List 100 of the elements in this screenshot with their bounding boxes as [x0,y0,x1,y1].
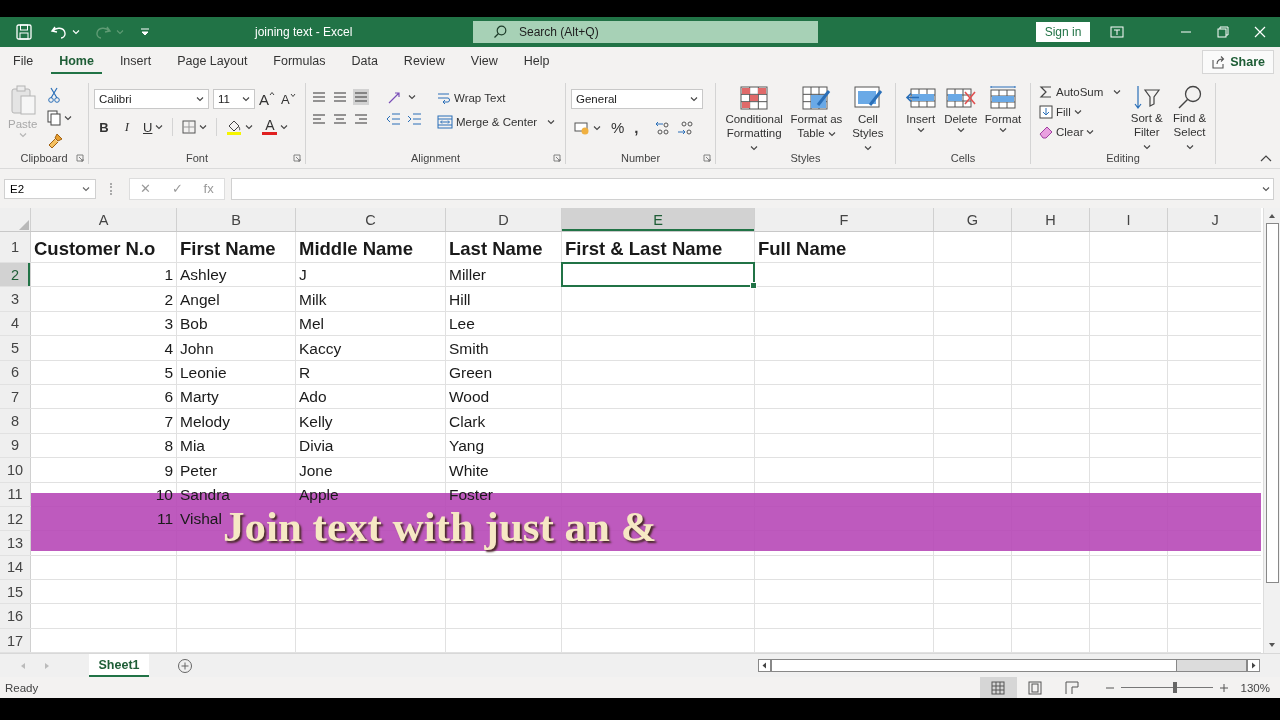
editing-button[interactable]: Sort & Filter [1126,83,1168,154]
bold-button[interactable]: B [94,117,114,137]
row-header[interactable]: 11 [0,482,30,506]
save-icon[interactable] [14,22,34,42]
column-header[interactable]: F [755,208,933,231]
column-header[interactable]: H [1012,208,1089,231]
row-header[interactable]: 1 [0,232,30,262]
column-header[interactable]: I [1090,208,1167,231]
merge-center-button[interactable]: Merge & Center [434,113,559,131]
column-header[interactable]: D [446,208,561,231]
zoom-in-icon[interactable] [1218,682,1229,693]
row-header[interactable]: 16 [0,604,30,628]
column-header[interactable]: J [1168,208,1261,231]
sheet-tab[interactable]: Sheet1 [89,654,149,677]
comma-button[interactable]: , [631,117,642,138]
copy-icon [47,110,62,126]
cells-button[interactable]: Insert [901,84,940,134]
vertical-scrollbar[interactable] [1263,208,1280,653]
editing-button[interactable]: Find & Select [1169,83,1210,154]
row-header[interactable]: 5 [0,336,30,360]
table-cell: Vishal [180,510,222,528]
menu-tab[interactable]: Insert [111,50,160,74]
brush-icon [47,133,64,149]
autosum-button[interactable]: AutoSum [1036,83,1125,101]
table-cell: Smith [449,339,489,357]
sign-in-button[interactable]: Sign in [1036,22,1090,42]
underline-button[interactable]: U [140,117,167,137]
font-name-field[interactable]: Calibri [94,89,209,109]
column-header[interactable]: A [31,208,176,231]
number-format-field[interactable]: General [571,89,703,109]
formula-field[interactable] [231,177,1274,200]
caret-icon [750,145,759,151]
row-header[interactable]: 12 [0,506,30,531]
row-header[interactable]: 14 [0,555,30,580]
percent-button[interactable]: % [608,117,628,138]
font-size-field[interactable]: 11 [213,89,255,109]
menu-tab[interactable]: Home [51,50,102,74]
caret-icon [690,96,698,102]
zoom-slider-thumb[interactable] [1172,682,1177,693]
row-header[interactable]: 4 [0,311,30,336]
menu-tab[interactable]: Data [343,50,386,74]
share-button[interactable]: Share [1202,50,1274,74]
column-header[interactable]: B [177,208,295,231]
column-header[interactable]: G [934,208,1011,231]
menu-tab[interactable]: Page Layout [169,50,256,74]
scroll-left-icon[interactable] [758,659,771,672]
add-sheet-icon[interactable] [177,657,193,674]
horizontal-scrollbar[interactable] [771,659,1247,672]
column-header[interactable]: E [562,208,754,231]
search-field[interactable]: Search (Alt+Q) [473,21,818,43]
table-cell: J [299,266,307,284]
share-icon [1211,55,1226,69]
menu-tab[interactable]: File [5,50,42,74]
fill-button[interactable]: Fill [1036,103,1125,121]
menu-tab[interactable]: Review [395,50,453,74]
italic-button[interactable]: I [117,117,137,137]
table-cell: Kelly [299,412,333,430]
restore-icon[interactable] [1217,26,1229,38]
ribbon-display-icon[interactable] [1110,26,1124,38]
decrease-decimal-icon[interactable] [675,119,694,136]
increase-decimal-icon[interactable] [653,119,672,136]
dialog-launcher-icon[interactable] [553,154,561,162]
row-header[interactable]: 13 [0,531,30,555]
dialog-launcher-icon[interactable] [76,154,84,162]
orientation-icon [387,89,403,105]
clear-button[interactable]: Clear [1036,123,1125,141]
shrink-font-button[interactable]: A [279,91,298,107]
column-header[interactable]: C [296,208,445,231]
menu-tab[interactable]: Formulas [265,50,334,74]
customize-icon[interactable] [140,27,150,37]
grow-font-button[interactable]: A [257,90,277,108]
table-cell: Clark [449,412,486,430]
collapse-ribbon-icon[interactable] [1260,154,1272,162]
zoom-level: 130% [1240,681,1270,694]
menu-tab[interactable]: View [462,50,506,74]
view-button[interactable] [979,677,1017,698]
row-header[interactable]: 17 [0,628,30,653]
font-color-button[interactable]: A [259,117,292,137]
table-cell: Mia [180,437,205,455]
dialog-launcher-icon[interactable] [293,154,301,162]
cells-button[interactable]: Delete [941,84,981,134]
scroll-right-icon[interactable] [1247,659,1260,672]
selected-cell[interactable] [561,262,755,288]
name-box[interactable]: E2 [4,178,96,199]
styles-button[interactable]: Conditional Formatting [721,84,788,155]
dialog-launcher-icon[interactable] [703,154,711,162]
styles-button[interactable]: Format as Table [787,84,846,141]
menu-tab[interactable]: Help [515,50,558,74]
row-header[interactable]: 2 [0,263,30,287]
wrap-text-button[interactable]: Wrap Text [434,89,559,107]
close-icon[interactable] [1254,26,1266,38]
row-header[interactable]: 6 [0,360,30,384]
row-header[interactable]: 15 [0,580,30,604]
row-header[interactable]: 3 [0,287,30,311]
styles-button[interactable]: Cell Styles [845,84,890,155]
cells-button[interactable]: Format [981,84,1025,134]
row-header[interactable]: 7 [0,384,30,409]
row-header[interactable]: 8 [0,409,30,433]
row-header[interactable]: 9 [0,433,30,458]
row-header[interactable]: 10 [0,458,30,482]
